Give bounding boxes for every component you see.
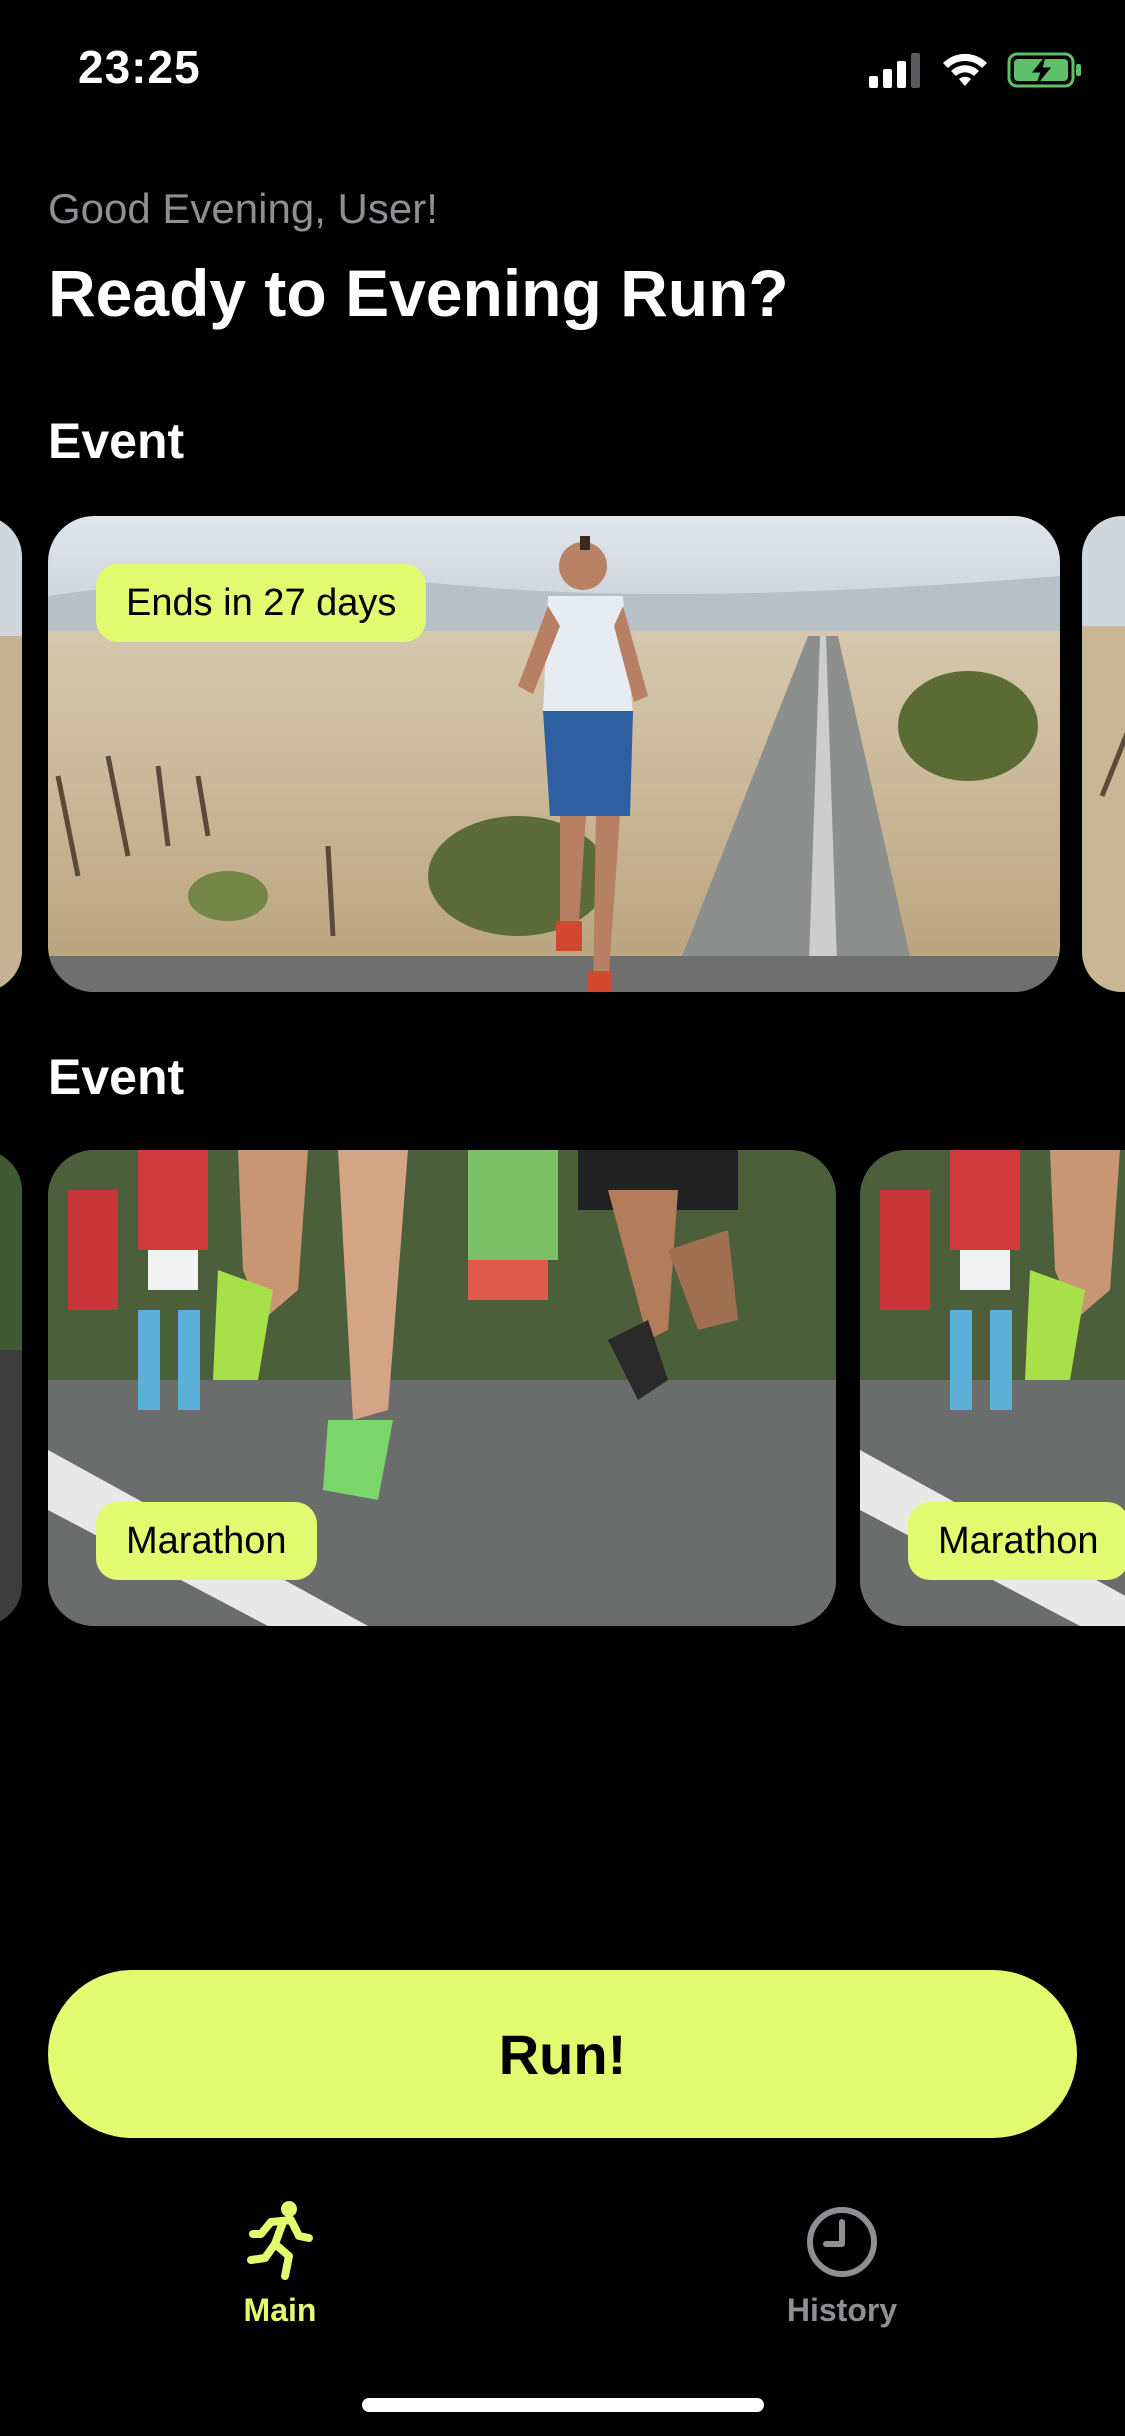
marathon-carousel[interactable]: Marathon Marathon	[0, 1150, 1125, 1626]
cellular-signal-icon	[869, 53, 920, 88]
wifi-icon	[943, 53, 987, 86]
marathon-card[interactable]: Marathon	[48, 1150, 836, 1626]
tab-label-main: Main	[243, 2292, 317, 2328]
page-title: Ready to Evening Run?	[48, 256, 789, 330]
section-title-event: Event	[48, 413, 185, 469]
status-bar: 23:25	[0, 0, 1125, 140]
status-icons	[869, 50, 1083, 90]
event-ends-badge: Ends in 27 days	[96, 564, 427, 642]
event-card-peek-left[interactable]	[0, 516, 22, 992]
marathon-card[interactable]: Marathon	[860, 1150, 1125, 1626]
marathon-badge: Marathon	[96, 1502, 317, 1580]
marathon-badge: Marathon	[908, 1502, 1125, 1580]
run-button[interactable]: Run!	[48, 1970, 1077, 2138]
marathon-card-image	[0, 1150, 22, 1626]
marathon-card-peek-left[interactable]	[0, 1150, 22, 1626]
tab-main[interactable]: Main	[150, 2200, 410, 2329]
event-card-image	[0, 516, 22, 992]
status-time: 23:25	[78, 41, 201, 93]
battery-charging-icon	[1007, 52, 1081, 88]
event-carousel[interactable]: Ends in 27 days	[0, 516, 1125, 992]
running-person-icon	[247, 2201, 313, 2280]
event-card-image	[1082, 516, 1125, 992]
event-card[interactable]: Ends in 27 days	[48, 516, 1060, 992]
greeting-text: Good Evening, User!	[48, 185, 438, 232]
tab-label-history: History	[786, 2292, 898, 2328]
event-card-peek-right[interactable]	[1082, 516, 1125, 992]
home-indicator[interactable]	[362, 2398, 764, 2412]
tab-history[interactable]: History	[712, 2200, 972, 2329]
section-title-event: Event	[48, 1049, 185, 1105]
clock-icon	[807, 2207, 877, 2277]
